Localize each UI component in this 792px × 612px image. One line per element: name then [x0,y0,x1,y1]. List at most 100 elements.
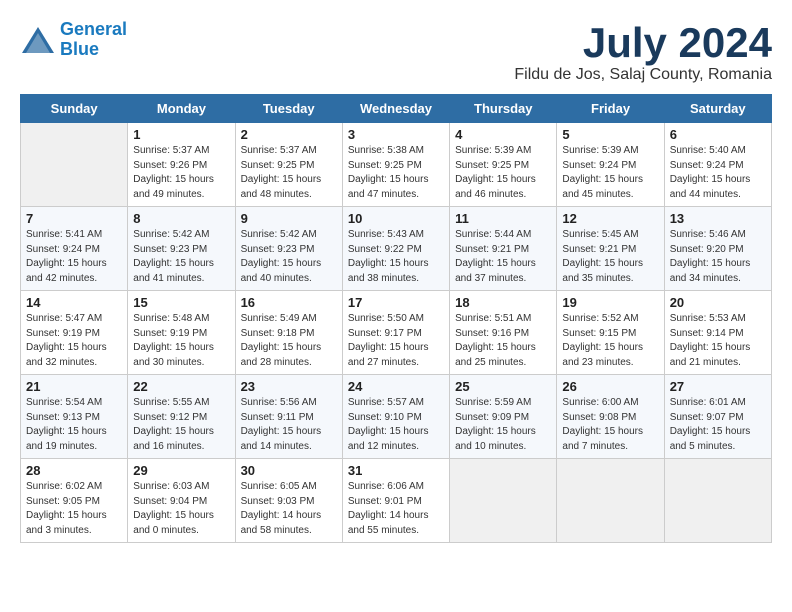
calendar-cell: 16Sunrise: 5:49 AM Sunset: 9:18 PM Dayli… [235,291,342,375]
calendar-cell: 15 Sunrise: 5:48 AM Sunset: 9:19 PM Dayli… [128,291,235,375]
day-number: 8 [133,211,229,226]
day-number: 7 [26,211,122,226]
calendar-cell: 20 Sunrise: 5:53 AM Sunset: 9:14 PM Dayli… [664,291,771,375]
day-number: 25 [455,379,551,394]
day-number: 27 [670,379,766,394]
day-info: Sunrise: 6:05 AM Sunset: 9:03 PM Dayligh… [241,480,337,538]
day-header-thursday: Thursday [450,95,557,123]
day-info: Sunrise: 5:42 AM Sunset: 9:23 PM Dayligh… [133,228,229,286]
day-number: 2 [241,127,337,142]
calendar-cell: 13 Sunrise: 5:46 AM Sunset: 9:20 PM Dayli… [664,207,771,291]
day-info: Sunrise: 5:37 AM Sunset: 9:25 PM Dayligh… [241,144,337,202]
day-info: Sunrise: 5:56 AM Sunset: 9:11 PM Dayligh… [241,396,337,454]
title-area: July 2024 Fildu de Jos, Salaj County, Ro… [514,20,772,84]
day-info: Sunrise: 5:48 AM Sunset: 9:19 PM Dayligh… [133,312,229,370]
day-info: Sunrise: 5:46 AM Sunset: 9:20 PM Dayligh… [670,228,766,286]
day-info: Sunrise: 5:41 AM Sunset: 9:24 PM Dayligh… [26,228,122,286]
day-info: Sunrise: 6:06 AM Sunset: 9:01 PM Dayligh… [348,480,444,538]
day-number: 30 [241,463,337,478]
location: Fildu de Jos, Salaj County, Romania [514,66,772,84]
day-info: Sunrise: 5:40 AM Sunset: 9:24 PM Dayligh… [670,144,766,202]
calendar-cell [557,459,664,543]
calendar-cell: 5 Sunrise: 5:39 AM Sunset: 9:24 PM Daylig… [557,123,664,207]
calendar-cell [21,123,128,207]
calendar-cell: 8 Sunrise: 5:42 AM Sunset: 9:23 PM Daylig… [128,207,235,291]
day-info: Sunrise: 5:55 AM Sunset: 9:12 PM Dayligh… [133,396,229,454]
calendar-week-row: 14Sunrise: 5:47 AM Sunset: 9:19 PM Dayli… [21,291,772,375]
calendar-header-row: SundayMondayTuesdayWednesdayThursdayFrid… [21,95,772,123]
day-number: 31 [348,463,444,478]
day-header-monday: Monday [128,95,235,123]
day-info: Sunrise: 5:51 AM Sunset: 9:16 PM Dayligh… [455,312,551,370]
calendar-cell: 4Sunrise: 5:39 AM Sunset: 9:25 PM Daylig… [450,123,557,207]
day-info: Sunrise: 5:50 AM Sunset: 9:17 PM Dayligh… [348,312,444,370]
calendar-cell: 19 Sunrise: 5:52 AM Sunset: 9:15 PM Dayli… [557,291,664,375]
day-info: Sunrise: 6:02 AM Sunset: 9:05 PM Dayligh… [26,480,122,538]
day-number: 21 [26,379,122,394]
day-info: Sunrise: 5:59 AM Sunset: 9:09 PM Dayligh… [455,396,551,454]
day-info: Sunrise: 5:37 AM Sunset: 9:26 PM Dayligh… [133,144,229,202]
day-info: Sunrise: 5:53 AM Sunset: 9:14 PM Dayligh… [670,312,766,370]
calendar-cell: 30 Sunrise: 6:05 AM Sunset: 9:03 PM Dayli… [235,459,342,543]
day-number: 18 [455,295,551,310]
day-number: 3 [348,127,444,142]
day-info: Sunrise: 5:43 AM Sunset: 9:22 PM Dayligh… [348,228,444,286]
calendar-cell: 2 Sunrise: 5:37 AM Sunset: 9:25 PM Daylig… [235,123,342,207]
calendar-cell: 22 Sunrise: 5:55 AM Sunset: 9:12 PM Dayli… [128,375,235,459]
day-number: 13 [670,211,766,226]
day-number: 11 [455,211,551,226]
calendar-cell: 7 Sunrise: 5:41 AM Sunset: 9:24 PM Daylig… [21,207,128,291]
day-number: 15 [133,295,229,310]
day-info: Sunrise: 5:44 AM Sunset: 9:21 PM Dayligh… [455,228,551,286]
calendar-cell: 17Sunrise: 5:50 AM Sunset: 9:17 PM Dayli… [342,291,449,375]
calendar-table: SundayMondayTuesdayWednesdayThursdayFrid… [20,94,772,543]
calendar-cell: 12Sunrise: 5:45 AM Sunset: 9:21 PM Dayli… [557,207,664,291]
day-info: Sunrise: 5:49 AM Sunset: 9:18 PM Dayligh… [241,312,337,370]
month-title: July 2024 [514,20,772,66]
day-number: 23 [241,379,337,394]
day-number: 26 [562,379,658,394]
day-info: Sunrise: 5:47 AM Sunset: 9:19 PM Dayligh… [26,312,122,370]
calendar-cell: 31 Sunrise: 6:06 AM Sunset: 9:01 PM Dayli… [342,459,449,543]
calendar-cell: 29Sunrise: 6:03 AM Sunset: 9:04 PM Dayli… [128,459,235,543]
calendar-cell: 27 Sunrise: 6:01 AM Sunset: 9:07 PM Dayli… [664,375,771,459]
day-number: 29 [133,463,229,478]
calendar-cell: 25 Sunrise: 5:59 AM Sunset: 9:09 PM Dayli… [450,375,557,459]
day-header-tuesday: Tuesday [235,95,342,123]
day-number: 4 [455,127,551,142]
calendar-cell: 18 Sunrise: 5:51 AM Sunset: 9:16 PM Dayli… [450,291,557,375]
day-header-friday: Friday [557,95,664,123]
calendar-cell: 21Sunrise: 5:54 AM Sunset: 9:13 PM Dayli… [21,375,128,459]
calendar-cell [450,459,557,543]
day-info: Sunrise: 5:52 AM Sunset: 9:15 PM Dayligh… [562,312,658,370]
calendar-cell: 26 Sunrise: 6:00 AM Sunset: 9:08 PM Dayli… [557,375,664,459]
calendar-cell: 3 Sunrise: 5:38 AM Sunset: 9:25 PM Daylig… [342,123,449,207]
day-header-saturday: Saturday [664,95,771,123]
day-info: Sunrise: 5:38 AM Sunset: 9:25 PM Dayligh… [348,144,444,202]
logo-icon [20,25,56,55]
page-header: General Blue July 2024 Fildu de Jos, Sal… [20,20,772,84]
calendar-week-row: 1Sunrise: 5:37 AM Sunset: 9:26 PM Daylig… [21,123,772,207]
calendar-cell: 6 Sunrise: 5:40 AM Sunset: 9:24 PM Daylig… [664,123,771,207]
day-number: 19 [562,295,658,310]
logo-text: General Blue [60,20,127,60]
day-info: Sunrise: 5:57 AM Sunset: 9:10 PM Dayligh… [348,396,444,454]
calendar-cell: 1Sunrise: 5:37 AM Sunset: 9:26 PM Daylig… [128,123,235,207]
day-header-sunday: Sunday [21,95,128,123]
calendar-week-row: 21Sunrise: 5:54 AM Sunset: 9:13 PM Dayli… [21,375,772,459]
calendar-cell: 10Sunrise: 5:43 AM Sunset: 9:22 PM Dayli… [342,207,449,291]
day-info: Sunrise: 6:01 AM Sunset: 9:07 PM Dayligh… [670,396,766,454]
day-info: Sunrise: 5:39 AM Sunset: 9:24 PM Dayligh… [562,144,658,202]
logo: General Blue [20,20,127,60]
day-info: Sunrise: 6:00 AM Sunset: 9:08 PM Dayligh… [562,396,658,454]
day-number: 5 [562,127,658,142]
day-number: 24 [348,379,444,394]
calendar-cell: 28Sunrise: 6:02 AM Sunset: 9:05 PM Dayli… [21,459,128,543]
calendar-cell: 9Sunrise: 5:42 AM Sunset: 9:23 PM Daylig… [235,207,342,291]
calendar-cell [664,459,771,543]
day-info: Sunrise: 5:42 AM Sunset: 9:23 PM Dayligh… [241,228,337,286]
calendar-week-row: 7 Sunrise: 5:41 AM Sunset: 9:24 PM Daylig… [21,207,772,291]
day-number: 22 [133,379,229,394]
day-number: 20 [670,295,766,310]
day-number: 6 [670,127,766,142]
